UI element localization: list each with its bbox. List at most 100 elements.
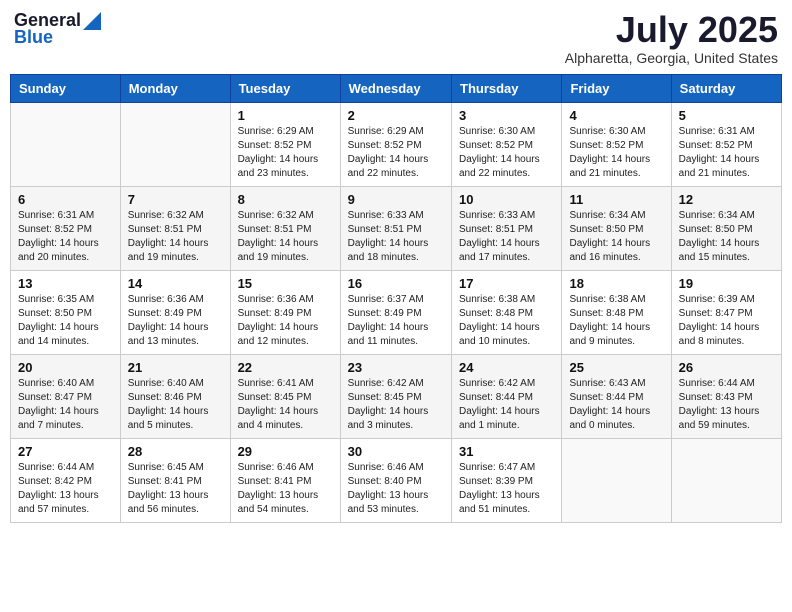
calendar-day-cell: 8 Sunrise: 6:32 AMSunset: 8:51 PMDaylight…	[230, 186, 340, 270]
calendar-day-cell: 24Sunrise: 6:42 AMSunset: 8:44 PMDayligh…	[452, 354, 562, 438]
day-info: Sunrise: 6:29 AMSunset: 8:52 PMDaylight:…	[238, 125, 333, 181]
calendar-day-cell: 26 Sunrise: 6:44 AMSunset: 8:43 PMDayligh…	[671, 354, 781, 438]
day-number: 5	[679, 108, 774, 123]
calendar-day-cell: 17 Sunrise: 6:38 AMSunset: 8:48 PMDayligh…	[452, 270, 562, 354]
location: Alpharetta, Georgia, United States	[565, 50, 778, 66]
calendar-week-row: 20 Sunrise: 6:40 AMSunset: 8:47 PMDayligh…	[11, 354, 782, 438]
calendar-day-cell: 10Sunrise: 6:33 AMSunset: 8:51 PMDayligh…	[452, 186, 562, 270]
day-info: Sunrise: 6:35 AMSunset: 8:50 PMDaylight:…	[18, 293, 113, 349]
calendar-week-row: 27 Sunrise: 6:44 AMSunset: 8:42 PMDayligh…	[11, 438, 782, 522]
day-info: Sunrise: 6:34 AMSunset: 8:50 PMDaylight:…	[679, 209, 774, 265]
day-number: 6	[18, 192, 113, 207]
day-info: Sunrise: 6:37 AMSunset: 8:49 PMDaylight:…	[348, 293, 444, 349]
day-info: Sunrise: 6:40 AMSunset: 8:47 PMDaylight:…	[18, 377, 113, 433]
day-info: Sunrise: 6:36 AMSunset: 8:49 PMDaylight:…	[128, 293, 223, 349]
day-number: 4	[569, 108, 663, 123]
calendar-week-row: 13 Sunrise: 6:35 AMSunset: 8:50 PMDayligh…	[11, 270, 782, 354]
calendar-day-cell: 12 Sunrise: 6:34 AMSunset: 8:50 PMDayligh…	[671, 186, 781, 270]
calendar-day-cell: 19Sunrise: 6:39 AMSunset: 8:47 PMDayligh…	[671, 270, 781, 354]
calendar-day-cell: 14 Sunrise: 6:36 AMSunset: 8:49 PMDayligh…	[120, 270, 230, 354]
day-number: 23	[348, 360, 444, 375]
day-info: Sunrise: 6:32 AMSunset: 8:51 PMDaylight:…	[128, 209, 223, 265]
day-number: 13	[18, 276, 113, 291]
weekday-header: Friday	[562, 74, 671, 102]
calendar-day-cell: 7Sunrise: 6:32 AMSunset: 8:51 PMDaylight…	[120, 186, 230, 270]
weekday-header: Saturday	[671, 74, 781, 102]
day-number: 16	[348, 276, 444, 291]
calendar-day-cell	[120, 102, 230, 186]
title-section: July 2025 Alpharetta, Georgia, United St…	[565, 10, 778, 66]
day-info: Sunrise: 6:44 AMSunset: 8:42 PMDaylight:…	[18, 461, 113, 517]
day-info: Sunrise: 6:31 AMSunset: 8:52 PMDaylight:…	[679, 125, 774, 181]
calendar-week-row: 1 Sunrise: 6:29 AMSunset: 8:52 PMDaylight…	[11, 102, 782, 186]
calendar-day-cell: 16 Sunrise: 6:37 AMSunset: 8:49 PMDayligh…	[340, 270, 451, 354]
calendar-day-cell: 28 Sunrise: 6:45 AMSunset: 8:41 PMDayligh…	[120, 438, 230, 522]
day-info: Sunrise: 6:44 AMSunset: 8:43 PMDaylight:…	[679, 377, 774, 433]
day-info: Sunrise: 6:38 AMSunset: 8:48 PMDaylight:…	[459, 293, 554, 349]
day-info: Sunrise: 6:45 AMSunset: 8:41 PMDaylight:…	[128, 461, 223, 517]
day-info: Sunrise: 6:47 AMSunset: 8:39 PMDaylight:…	[459, 461, 554, 517]
calendar-day-cell: 13 Sunrise: 6:35 AMSunset: 8:50 PMDayligh…	[11, 270, 121, 354]
day-info: Sunrise: 6:32 AMSunset: 8:51 PMDaylight:…	[238, 209, 333, 265]
calendar-day-cell: 27 Sunrise: 6:44 AMSunset: 8:42 PMDayligh…	[11, 438, 121, 522]
calendar-day-cell: 21Sunrise: 6:40 AMSunset: 8:46 PMDayligh…	[120, 354, 230, 438]
calendar-day-cell: 18 Sunrise: 6:38 AMSunset: 8:48 PMDayligh…	[562, 270, 671, 354]
day-info: Sunrise: 6:38 AMSunset: 8:48 PMDaylight:…	[569, 293, 663, 349]
day-info: Sunrise: 6:46 AMSunset: 8:40 PMDaylight:…	[348, 461, 444, 517]
calendar-day-cell	[11, 102, 121, 186]
calendar-day-cell: 4 Sunrise: 6:30 AMSunset: 8:52 PMDaylight…	[562, 102, 671, 186]
day-number: 25	[569, 360, 663, 375]
day-number: 31	[459, 444, 554, 459]
day-info: Sunrise: 6:40 AMSunset: 8:46 PMDaylight:…	[128, 377, 223, 433]
day-number: 26	[679, 360, 774, 375]
day-number: 9	[348, 192, 444, 207]
weekday-header: Monday	[120, 74, 230, 102]
weekday-header: Wednesday	[340, 74, 451, 102]
calendar-day-cell: 2Sunrise: 6:29 AMSunset: 8:52 PMDaylight…	[340, 102, 451, 186]
weekday-header: Sunday	[11, 74, 121, 102]
calendar-day-cell: 1 Sunrise: 6:29 AMSunset: 8:52 PMDaylight…	[230, 102, 340, 186]
day-number: 27	[18, 444, 113, 459]
calendar-day-cell: 30 Sunrise: 6:46 AMSunset: 8:40 PMDayligh…	[340, 438, 451, 522]
day-number: 20	[18, 360, 113, 375]
calendar-day-cell: 29Sunrise: 6:46 AMSunset: 8:41 PMDayligh…	[230, 438, 340, 522]
day-info: Sunrise: 6:42 AMSunset: 8:44 PMDaylight:…	[459, 377, 554, 433]
calendar-day-cell: 22Sunrise: 6:41 AMSunset: 8:45 PMDayligh…	[230, 354, 340, 438]
day-info: Sunrise: 6:33 AMSunset: 8:51 PMDaylight:…	[459, 209, 554, 265]
calendar-day-cell: 31 Sunrise: 6:47 AMSunset: 8:39 PMDayligh…	[452, 438, 562, 522]
calendar-day-cell: 20 Sunrise: 6:40 AMSunset: 8:47 PMDayligh…	[11, 354, 121, 438]
logo-icon	[83, 12, 101, 30]
day-info: Sunrise: 6:43 AMSunset: 8:44 PMDaylight:…	[569, 377, 663, 433]
logo: General Blue	[14, 10, 101, 48]
day-info: Sunrise: 6:39 AMSunset: 8:47 PMDaylight:…	[679, 293, 774, 349]
day-number: 28	[128, 444, 223, 459]
day-number: 8	[238, 192, 333, 207]
day-number: 18	[569, 276, 663, 291]
day-info: Sunrise: 6:29 AMSunset: 8:52 PMDaylight:…	[348, 125, 444, 181]
calendar-day-cell: 9 Sunrise: 6:33 AMSunset: 8:51 PMDaylight…	[340, 186, 451, 270]
day-info: Sunrise: 6:34 AMSunset: 8:50 PMDaylight:…	[569, 209, 663, 265]
calendar-day-cell	[671, 438, 781, 522]
month-title: July 2025	[565, 10, 778, 50]
day-info: Sunrise: 6:36 AMSunset: 8:49 PMDaylight:…	[238, 293, 333, 349]
calendar-day-cell: 3Sunrise: 6:30 AMSunset: 8:52 PMDaylight…	[452, 102, 562, 186]
day-number: 1	[238, 108, 333, 123]
day-number: 14	[128, 276, 223, 291]
day-number: 12	[679, 192, 774, 207]
day-number: 17	[459, 276, 554, 291]
calendar-header-row: SundayMondayTuesdayWednesdayThursdayFrid…	[11, 74, 782, 102]
day-info: Sunrise: 6:31 AMSunset: 8:52 PMDaylight:…	[18, 209, 113, 265]
page-header: General Blue July 2025 Alpharetta, Georg…	[10, 10, 782, 66]
logo-blue-text: Blue	[14, 27, 53, 48]
day-number: 22	[238, 360, 333, 375]
weekday-header: Tuesday	[230, 74, 340, 102]
day-info: Sunrise: 6:30 AMSunset: 8:52 PMDaylight:…	[569, 125, 663, 181]
day-info: Sunrise: 6:42 AMSunset: 8:45 PMDaylight:…	[348, 377, 444, 433]
day-number: 30	[348, 444, 444, 459]
day-number: 11	[569, 192, 663, 207]
calendar: SundayMondayTuesdayWednesdayThursdayFrid…	[10, 74, 782, 523]
day-info: Sunrise: 6:46 AMSunset: 8:41 PMDaylight:…	[238, 461, 333, 517]
day-info: Sunrise: 6:33 AMSunset: 8:51 PMDaylight:…	[348, 209, 444, 265]
calendar-day-cell: 25 Sunrise: 6:43 AMSunset: 8:44 PMDayligh…	[562, 354, 671, 438]
day-number: 3	[459, 108, 554, 123]
